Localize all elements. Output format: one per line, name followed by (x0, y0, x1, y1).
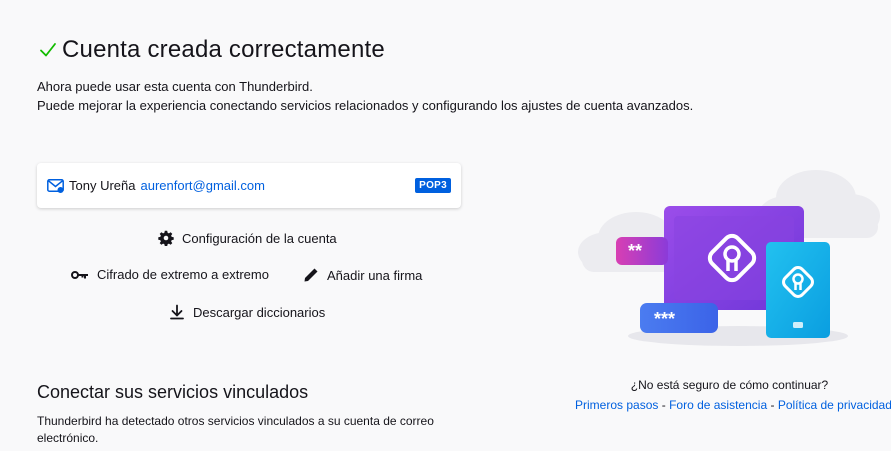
account-card: Tony Ureña aurenfort@gmail.com POP3 (37, 163, 461, 208)
linked-services-title: Conectar sus servicios vinculados (37, 382, 309, 402)
support-forum-link[interactable]: Foro de asistencia (669, 398, 767, 412)
description-line-2: Puede mejorar la experiencia conectando … (37, 98, 694, 113)
description-line-1: Ahora puede usar esta cuenta con Thunder… (37, 79, 313, 94)
account-name: Tony Ureña (69, 178, 136, 193)
help-question: ¿No está seguro de cómo continuar? (630, 378, 829, 392)
link-separator: - (661, 398, 670, 412)
download-icon (170, 304, 184, 320)
getting-started-link[interactable]: Primeros pasos (575, 398, 658, 412)
success-description: Ahora puede usar esta cuenta con Thunder… (37, 77, 693, 115)
linked-services-description: Thunderbird ha detectado otros servicios… (37, 414, 434, 445)
success-header: Cuenta creada correctamente (38, 36, 385, 64)
add-signature-label: Añadir una firma (327, 267, 423, 283)
account-email: aurenfort@gmail.com (140, 178, 265, 193)
account-type-badge: POP3 (415, 178, 451, 193)
download-dictionaries-button[interactable]: Descargar diccionarios (169, 304, 325, 320)
pin-bottom-text: *** (654, 309, 675, 329)
account-settings-label: Configuración de la cuenta (182, 230, 337, 246)
gear-icon (158, 230, 174, 246)
mail-account-icon (47, 178, 64, 193)
e2e-encryption-button[interactable]: Cifrado de extremo a extremo (71, 267, 269, 282)
link-separator: - (770, 398, 778, 412)
add-signature-button[interactable]: Añadir una firma (303, 267, 422, 283)
password-field-bottom (640, 303, 718, 333)
account-setup-success-page: Cuenta creada correctamente Ahora puede … (0, 0, 891, 451)
pin-top-text: ** (628, 241, 642, 261)
key-icon (71, 270, 88, 279)
check-icon (40, 43, 56, 57)
page-title: Cuenta creada correctamente (62, 36, 385, 63)
help-links: Primeros pasos - Foro de asistencia - Po… (575, 398, 891, 412)
pencil-icon (304, 268, 318, 282)
account-settings-button[interactable]: Configuración de la cuenta (158, 230, 337, 246)
download-dictionaries-label: Descargar diccionarios (193, 304, 326, 320)
account-security-illustration: ** *** (578, 170, 880, 346)
privacy-policy-link[interactable]: Política de privacidad (778, 398, 891, 412)
e2e-encryption-label: Cifrado de extremo a extremo (97, 267, 269, 282)
